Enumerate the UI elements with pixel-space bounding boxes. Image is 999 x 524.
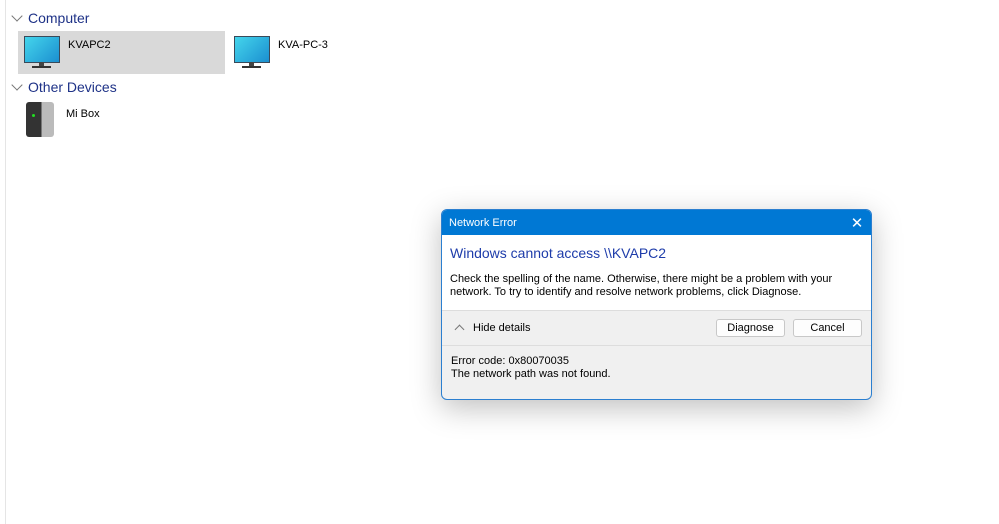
dialog-title-bar[interactable]: Network Error ✕ [442,210,871,235]
hide-details-toggle[interactable]: Hide details [454,322,708,335]
group-header-other-devices[interactable]: Other Devices [10,79,117,95]
monitor-icon [234,36,270,70]
device-label: KVA-PC-3 [278,39,328,51]
network-error-dialog: Network Error ✕ Windows cannot access \\… [441,209,872,400]
device-item-kva-pc-3[interactable]: KVA-PC-3 [228,31,435,74]
dialog-message: Check the spelling of the name. Otherwis… [450,273,833,298]
device-label: KVAPC2 [68,39,111,51]
device-label: Mi Box [66,108,100,120]
dialog-title: Network Error [449,216,517,229]
monitor-icon [24,36,60,70]
group-label: Computer [28,10,90,26]
error-text: The network path was not found. [451,368,611,380]
chevron-down-icon [11,10,23,22]
device-item-kvapc2[interactable]: KVAPC2 [18,31,225,74]
pane-divider [5,0,6,524]
hide-details-label: Hide details [473,322,531,334]
group-label: Other Devices [28,79,117,95]
cancel-button[interactable]: Cancel [793,319,862,337]
error-code: Error code: 0x80070035 [451,355,570,367]
chevron-up-icon [454,324,465,335]
close-icon[interactable]: ✕ [843,214,871,232]
diagnose-button[interactable]: Diagnose [716,319,785,337]
group-header-computer[interactable]: Computer [10,10,89,26]
device-item-mi-box[interactable]: Mi Box [18,100,225,143]
dialog-heading: Windows cannot access \\KVAPC2 [450,245,667,261]
media-device-icon [26,102,54,137]
chevron-down-icon [11,79,23,91]
